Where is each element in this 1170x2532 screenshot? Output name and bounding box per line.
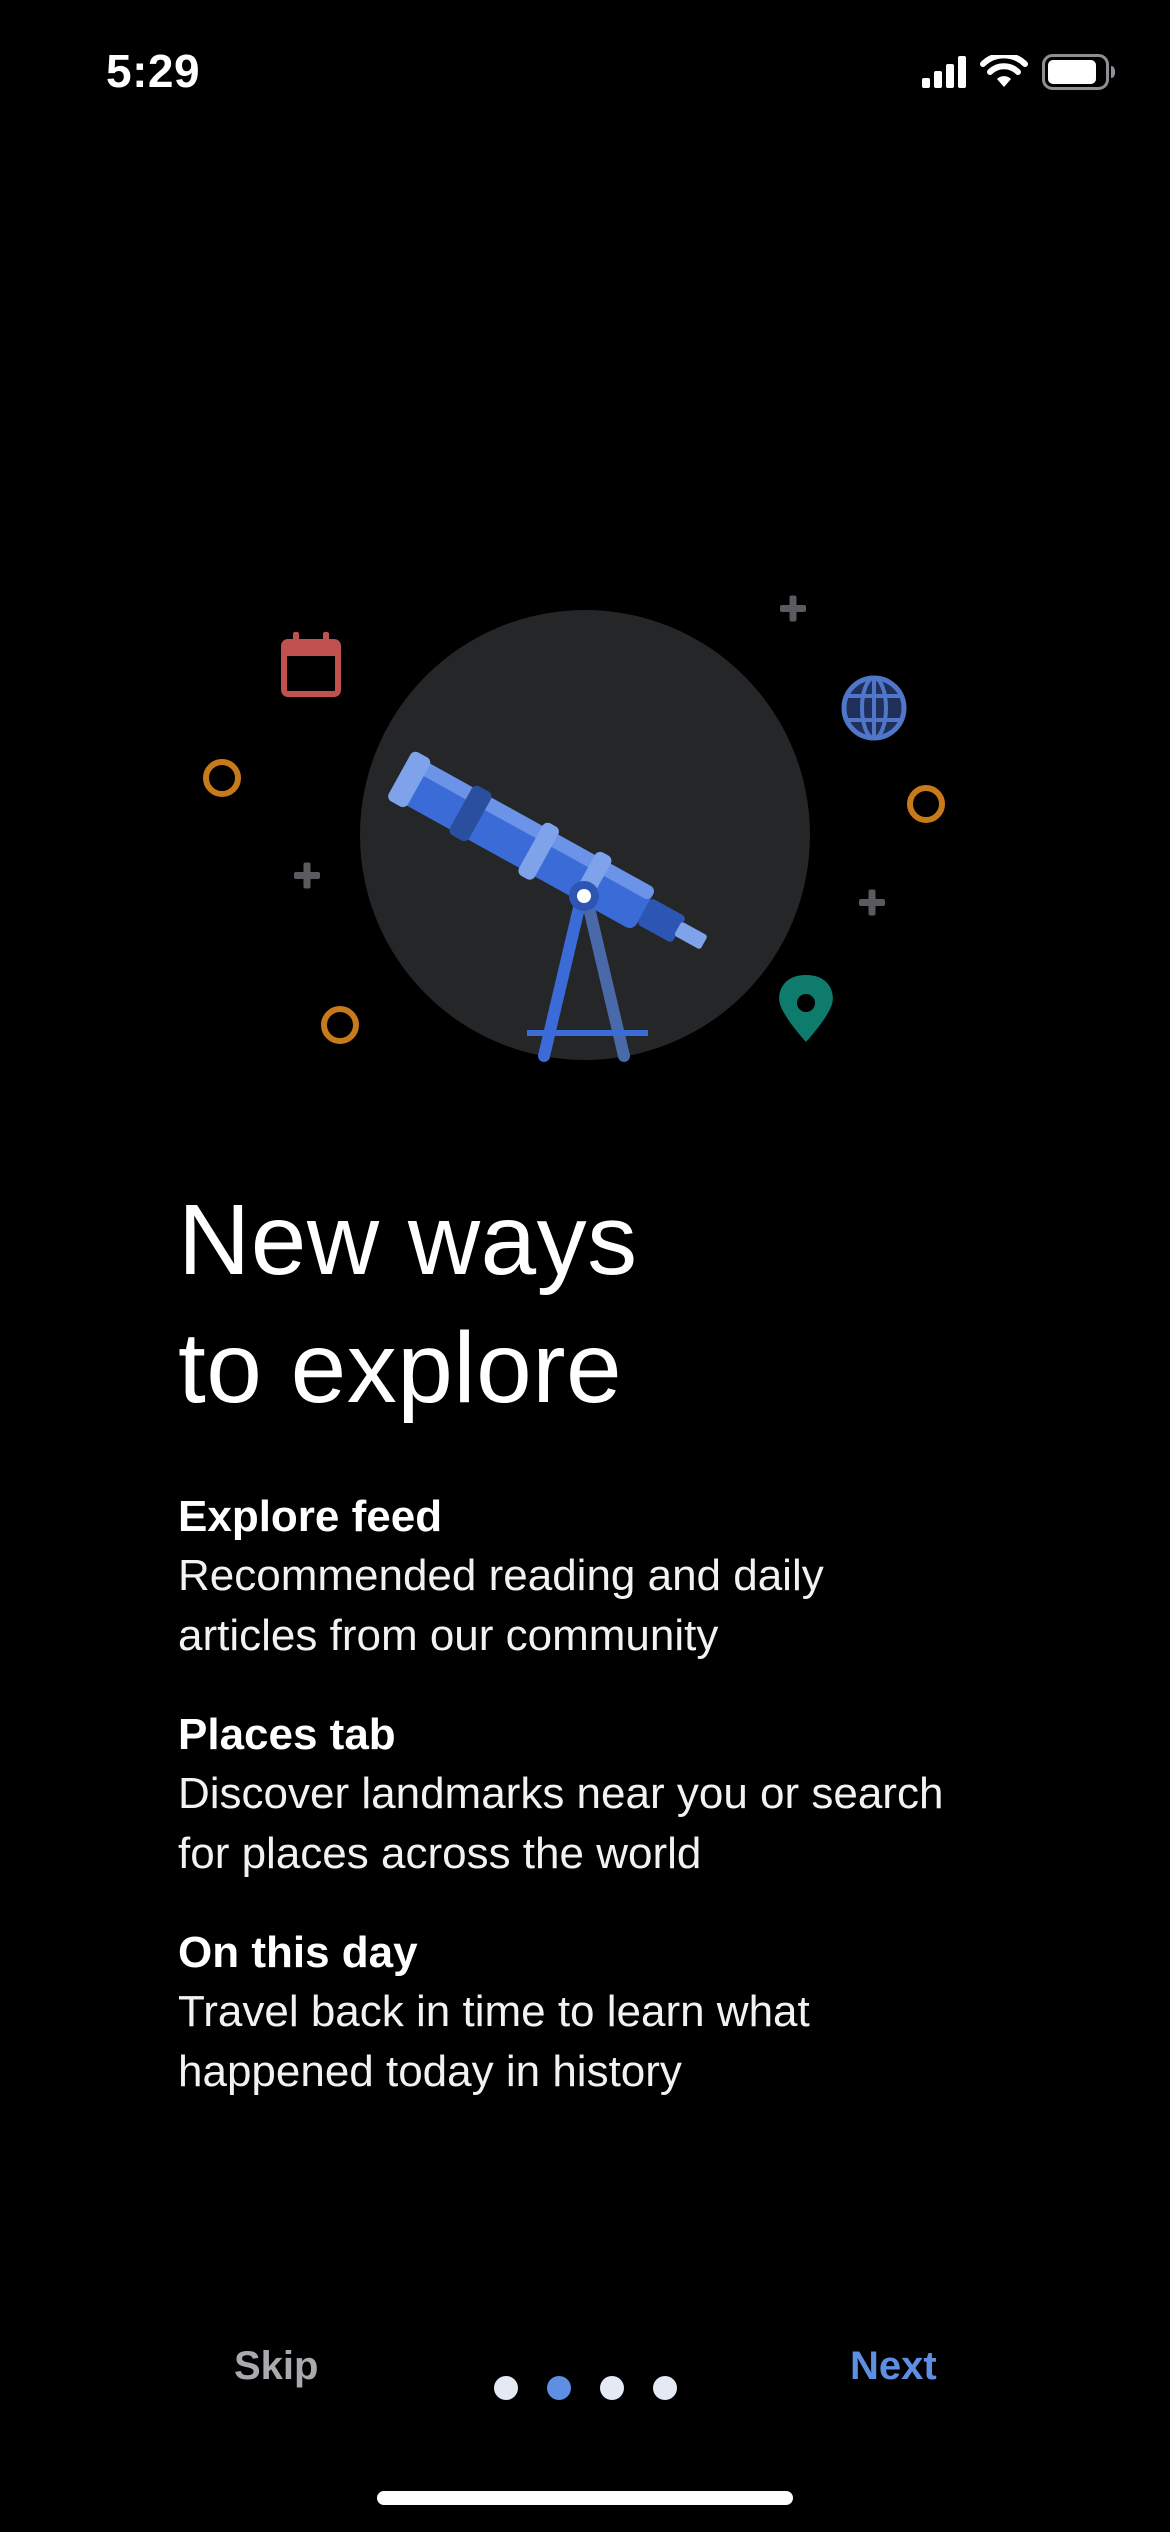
home-indicator[interactable] [377, 2491, 793, 2505]
status-icons [922, 54, 1116, 90]
battery-icon [1042, 54, 1115, 90]
status-time: 5:29 [106, 45, 201, 97]
feature-description: articles from our community [178, 1611, 719, 1660]
next-button[interactable]: Next [850, 2344, 937, 2389]
page-dot[interactable] [600, 2376, 624, 2400]
signal-icon [922, 56, 966, 88]
ring-icon [203, 759, 241, 797]
page-title-line: to explore [178, 1312, 623, 1424]
feature-item: On this day Travel back in time to learn… [178, 1924, 1038, 2102]
illustration-circle [360, 610, 810, 1060]
feature-description: Recommended reading and daily [178, 1551, 824, 1600]
feature-item: Explore feed Recommended reading and dai… [178, 1488, 1038, 1666]
page-title: New ways to explore [178, 1176, 1078, 1432]
page-dot[interactable] [494, 2376, 518, 2400]
feature-title: On this day [178, 1928, 418, 1977]
ring-icon [907, 785, 945, 823]
onboarding-navigation: Skip Next [0, 2330, 1170, 2410]
feature-item: Places tab Discover landmarks near you o… [178, 1706, 1038, 1884]
feature-description: Travel back in time to learn what [178, 1987, 810, 2036]
page-title-line: New ways [178, 1184, 638, 1296]
plus-icon [780, 595, 806, 622]
skip-button[interactable]: Skip [234, 2344, 318, 2389]
feature-description: for places across the world [178, 1829, 702, 1878]
status-bar: 5:29 [0, 0, 1170, 150]
wifi-icon [980, 55, 1028, 87]
feature-list: Explore feed Recommended reading and dai… [178, 1488, 1038, 2142]
ring-icon [321, 1006, 359, 1044]
plus-icon [294, 862, 320, 889]
telescope-illustration [203, 595, 945, 1062]
feature-description: Discover landmarks near you or search [178, 1769, 944, 1818]
feature-title: Explore feed [178, 1492, 443, 1541]
page-dot[interactable] [653, 2376, 677, 2400]
feature-title: Places tab [178, 1710, 396, 1759]
plus-icon [859, 889, 885, 916]
map-pin-icon [779, 975, 833, 1042]
globe-icon [841, 675, 907, 741]
calendar-icon [281, 632, 341, 697]
feature-description: happened today in history [178, 2047, 682, 2096]
page-indicator[interactable] [494, 2376, 677, 2400]
page-dot-active[interactable] [547, 2376, 571, 2400]
